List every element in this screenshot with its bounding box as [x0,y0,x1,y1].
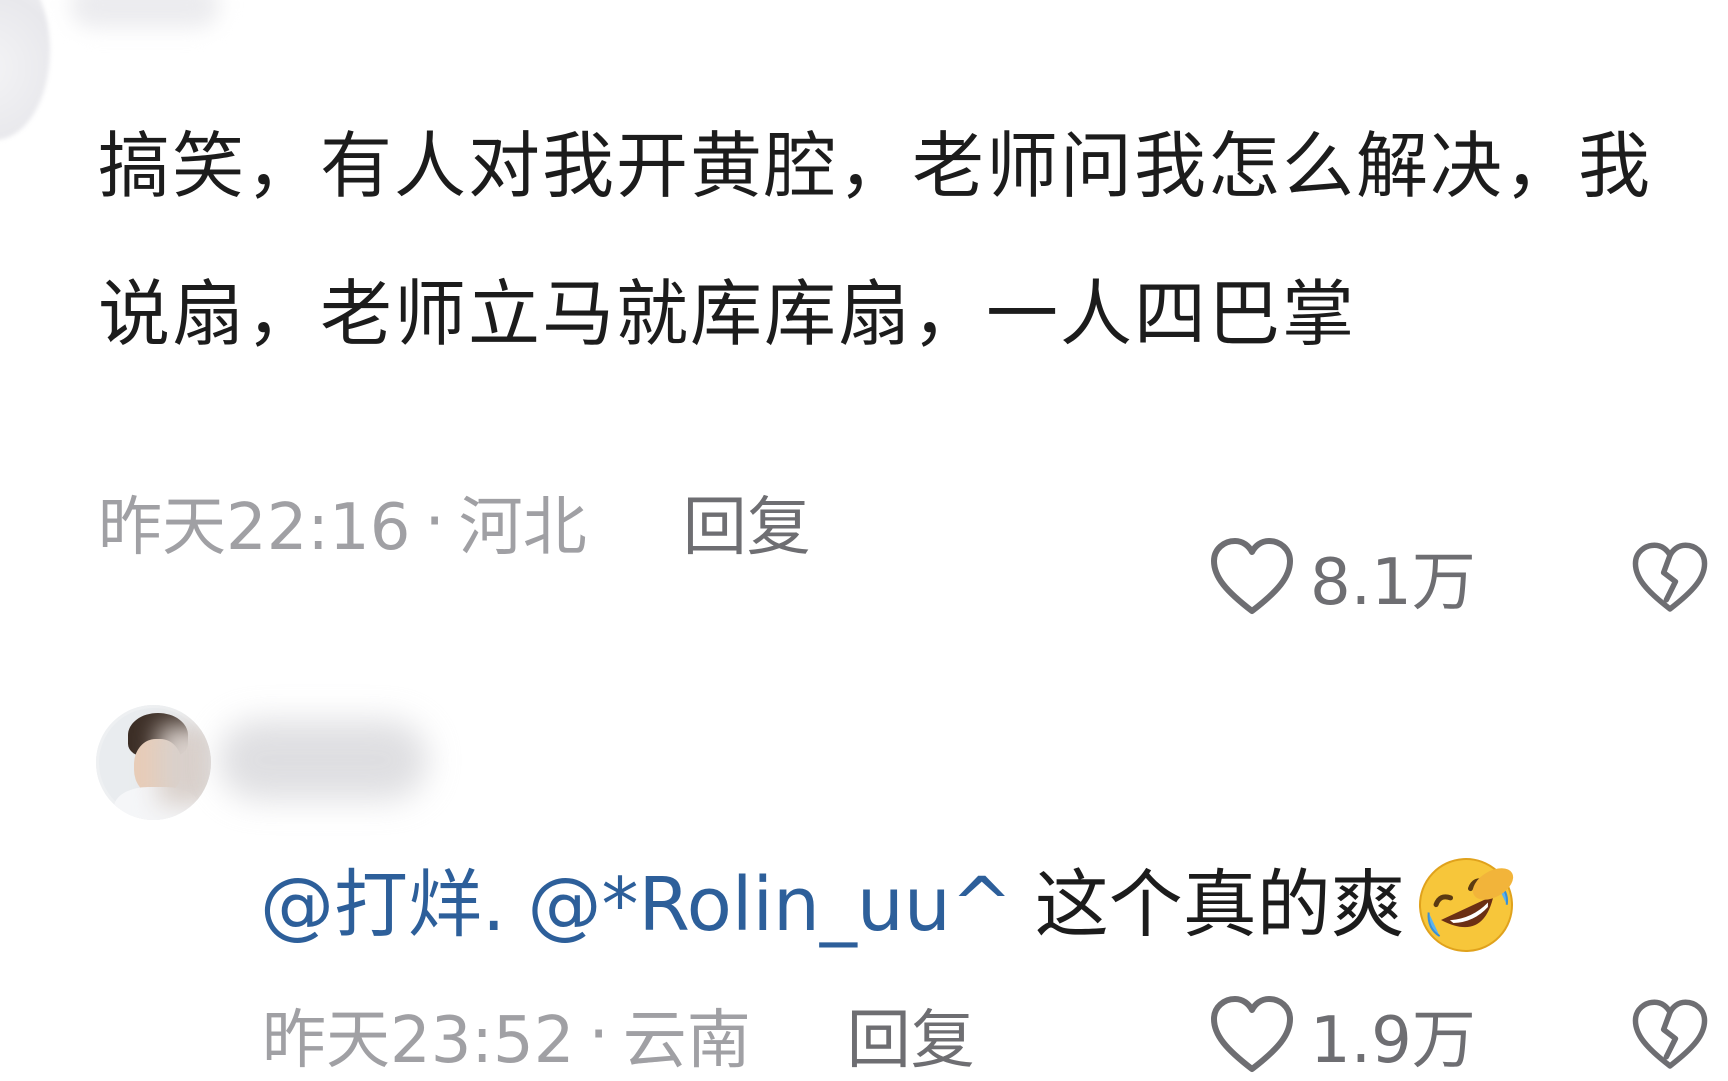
reply-comment: @打烊. @*Rolin_uu^ 这个真的爽 [260,850,1521,960]
like-button[interactable]: 1.9万 [1208,990,1476,1080]
separator: · [424,485,445,559]
heart-outline-icon [1211,996,1293,1072]
comment-time: 昨天23:52 [262,1004,575,1078]
mention-link[interactable]: @*Rolin_uu^ [528,855,1013,955]
comment-location: 云南 [622,1004,751,1078]
avatar[interactable] [96,705,211,820]
broken-heart-icon[interactable] [1630,538,1710,618]
avatar[interactable] [0,0,50,140]
username-blurred[interactable] [70,0,220,28]
like-count: 8.1万 [1310,546,1476,620]
broken-heart-icon[interactable] [1630,995,1710,1075]
username-blurred[interactable] [218,720,428,800]
heart-outline-icon [1211,538,1293,614]
comment-location: 河北 [458,491,587,565]
like-button[interactable]: 8.1万 [1208,532,1476,622]
comment-meta: 昨天22:16 · 河北 回复 [98,477,811,567]
comment-meta: 昨天23:52 · 云南 回复 [262,990,975,1080]
reply-button[interactable]: 回复 [847,989,975,1081]
comment-text: 搞笑，有人对我开黄腔，老师问我怎么解决，我说扇，老师立马就库库扇，一人四巴掌 [98,124,1653,356]
comment-time: 昨天22:16 [98,491,411,565]
comment-text: 这个真的爽 [1034,862,1405,948]
reply-button[interactable]: 回复 [683,476,811,568]
like-count: 1.9万 [1310,1004,1476,1078]
rolling-on-floor-laughing-emoji [1418,858,1513,952]
separator: · [588,998,609,1072]
mention-link[interactable]: @打烊. [260,855,506,955]
